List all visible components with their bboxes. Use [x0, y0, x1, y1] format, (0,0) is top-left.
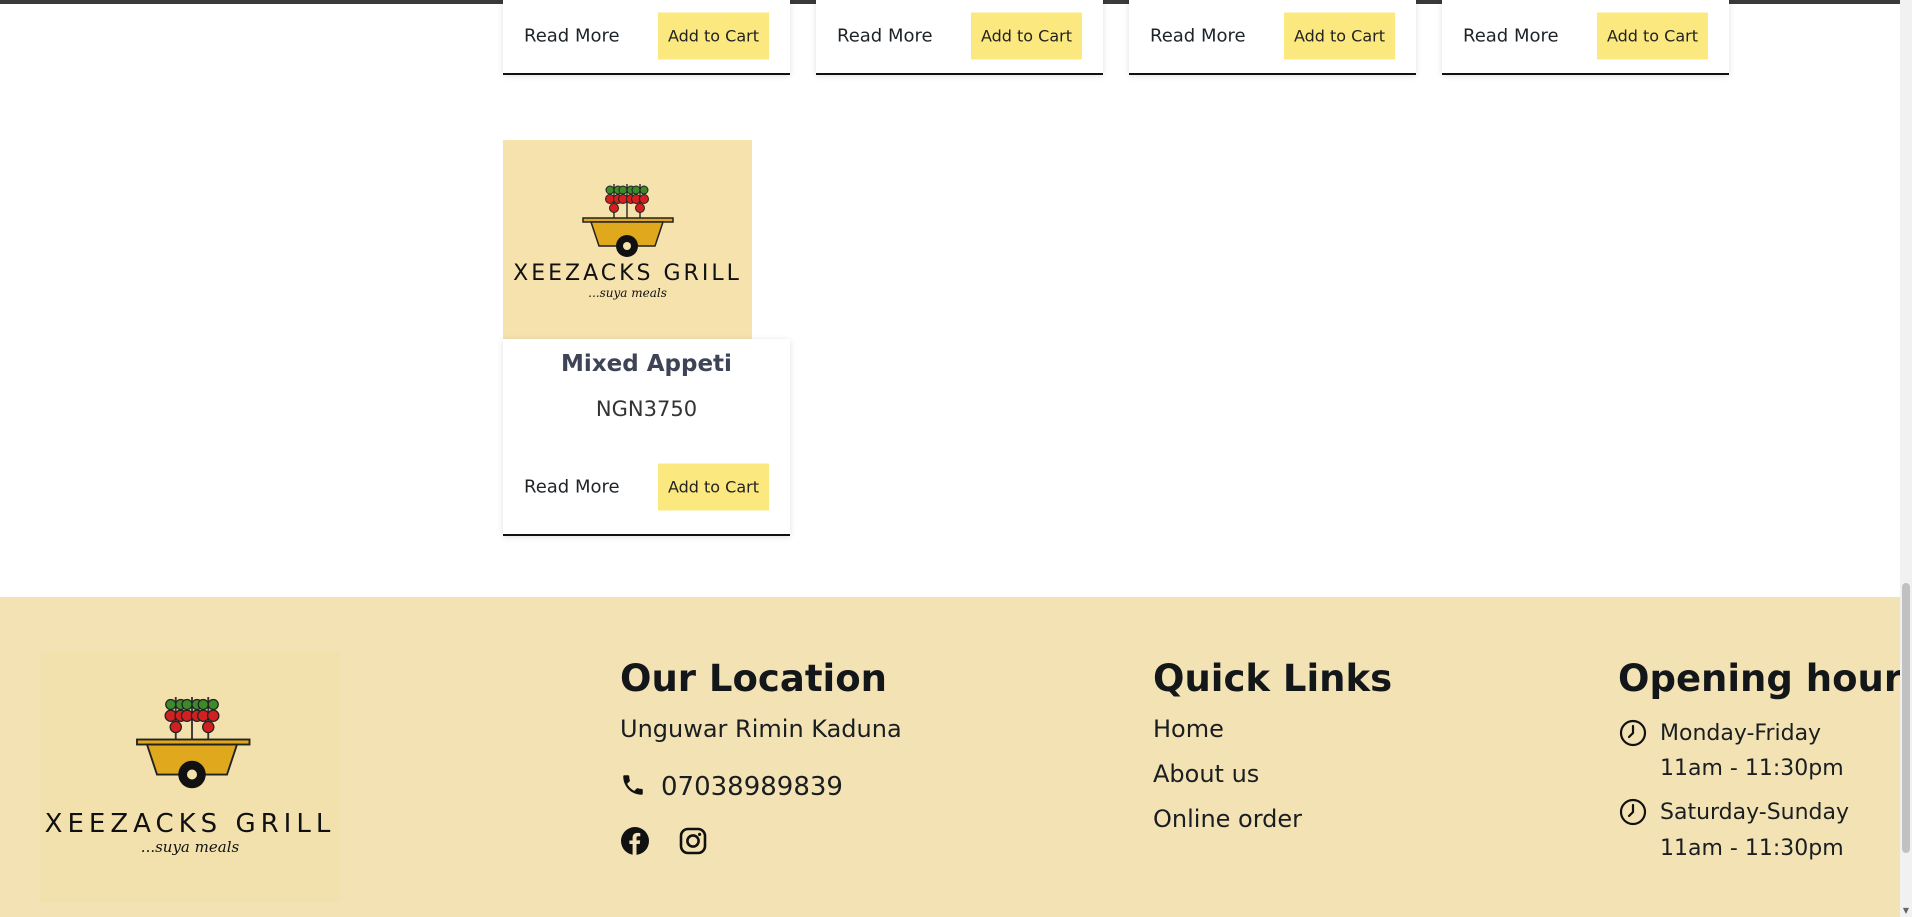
location-address: Unguwar Rimin Kaduna: [620, 715, 902, 743]
suya-skewers-icon: [605, 184, 649, 220]
product-card: Read More Add to Cart: [1442, 0, 1729, 75]
footer-link-home[interactable]: Home: [1153, 715, 1224, 743]
logo-brand-text: XEEZACKS GRILL: [513, 261, 742, 286]
product-name[interactable]: Mixed Appeti: [503, 351, 790, 377]
quick-links-heading: Quick Links: [1153, 657, 1393, 700]
logo-tagline-text: ...suya meals: [141, 838, 240, 856]
card-actions: Read More Add to Cart: [1129, 6, 1416, 66]
product-card: Read More Add to Cart: [816, 0, 1103, 75]
footer-link-about-us[interactable]: About us: [1153, 760, 1259, 788]
footer-logo[interactable]: XEEZACKS GRILL ...suya meals: [40, 652, 340, 902]
add-to-cart-button[interactable]: Add to Cart: [657, 12, 769, 60]
hours-days: Saturday-Sunday: [1660, 800, 1850, 825]
hours-time: 11am - 11:30pm: [1660, 756, 1844, 781]
product-image[interactable]: XEEZACKS GRILL ...suya meals: [503, 140, 752, 339]
hours-days: Monday-Friday: [1660, 721, 1822, 746]
scrollbar-thumb[interactable]: [1902, 583, 1910, 853]
card-actions: Read More Add to Cart: [816, 6, 1103, 66]
add-to-cart-button[interactable]: Add to Cart: [657, 463, 769, 511]
product-card: Read More Add to Cart: [503, 0, 790, 75]
logo-tagline-text: ...suya meals: [588, 286, 667, 300]
product-price: NGN3750: [595, 397, 698, 421]
logo-brand-text: XEEZACKS GRILL: [45, 809, 336, 839]
facebook-icon[interactable]: [620, 826, 650, 860]
location-heading: Our Location: [620, 657, 887, 700]
card-actions: Read More Add to Cart: [1442, 6, 1729, 66]
footer-link-online-order[interactable]: Online order: [1153, 805, 1302, 833]
site-footer: XEEZACKS GRILL ...suya meals Our Locatio…: [0, 597, 1912, 917]
clock-icon: [1619, 719, 1647, 751]
product-card: Mixed Appeti NGN3750 Read More Add to Ca…: [503, 339, 790, 536]
card-actions: Read More Add to Cart: [503, 457, 790, 517]
product-card: Read More Add to Cart: [1129, 0, 1416, 75]
add-to-cart-button[interactable]: Add to Cart: [1283, 12, 1395, 60]
add-to-cart-button[interactable]: Add to Cart: [970, 12, 1082, 60]
clock-icon: [1619, 798, 1647, 830]
grill-cart-icon: [582, 217, 674, 257]
read-more-link[interactable]: Read More: [837, 26, 933, 47]
instagram-icon[interactable]: [678, 826, 708, 860]
xeezacks-logo: XEEZACKS GRILL ...suya meals: [513, 184, 742, 300]
read-more-link[interactable]: Read More: [1463, 26, 1559, 47]
suya-skewers-icon: [164, 697, 220, 742]
read-more-link[interactable]: Read More: [1150, 26, 1246, 47]
hours-time: 11am - 11:30pm: [1660, 836, 1844, 861]
phone-icon: [620, 772, 646, 802]
read-more-link[interactable]: Read More: [524, 26, 620, 47]
phone-number[interactable]: 07038989839: [661, 772, 843, 802]
read-more-link[interactable]: Read More: [524, 477, 620, 498]
grill-cart-icon: [136, 738, 251, 789]
scroll-down-arrow-icon[interactable]: ▼: [1902, 907, 1910, 915]
card-actions: Read More Add to Cart: [503, 6, 790, 66]
add-to-cart-button[interactable]: Add to Cart: [1596, 12, 1708, 60]
page-scrollbar[interactable]: ▼: [1900, 0, 1912, 917]
opening-hours-heading: Opening hours: [1618, 657, 1912, 700]
xeezacks-logo: XEEZACKS GRILL ...suya meals: [45, 697, 336, 856]
